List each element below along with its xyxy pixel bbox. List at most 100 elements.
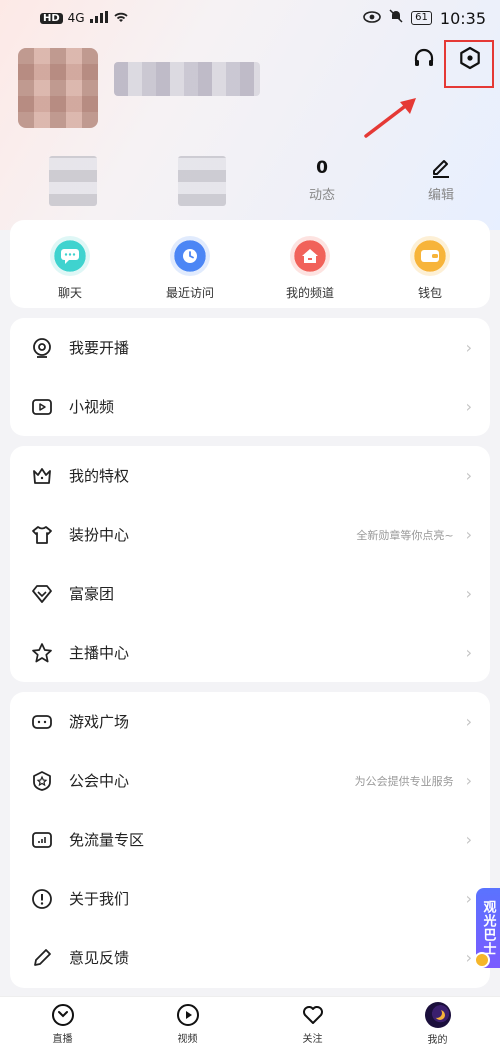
chevron-right-icon: › <box>465 830 472 849</box>
stat-blurred <box>49 156 97 206</box>
menu-group-live: 我要开播 › 小视频 › <box>10 318 490 436</box>
chevron-right-icon: › <box>465 338 472 357</box>
user-avatar[interactable] <box>18 48 98 128</box>
menu-item-label: 意见反馈 <box>69 949 130 967</box>
chat-icon <box>50 236 90 276</box>
quick-recent-visits[interactable]: 最近访问 <box>140 236 240 308</box>
tab-label: 视频 <box>177 1034 198 1045</box>
chevron-right-icon: › <box>465 948 472 967</box>
tab-live[interactable]: 直播 <box>0 997 125 1051</box>
headset-icon <box>414 48 434 66</box>
menu-item-label: 公会中心 <box>69 772 130 790</box>
menu-item-rich-club[interactable]: 富豪团 › <box>10 564 490 623</box>
menu-item-label: 游戏广场 <box>69 713 130 731</box>
edit-icon <box>401 156 481 180</box>
tab-follow[interactable]: 关注 <box>250 997 375 1051</box>
stat-edit[interactable]: 编辑 <box>401 156 481 203</box>
menu-item-game-plaza[interactable]: 游戏广场 › <box>10 692 490 751</box>
tab-video[interactable]: 视频 <box>125 997 250 1051</box>
stat-dynamics[interactable]: 0 动态 <box>282 156 362 203</box>
menu-item-hint: 全新勋章等你点亮~ <box>356 528 454 542</box>
bottom-tab-bar: 直播 视频 关注 我的 <box>0 996 500 1051</box>
tab-label: 直播 <box>52 1034 73 1045</box>
menu-item-label: 小视频 <box>69 398 115 416</box>
menu-group-more: 游戏广场 › 公会中心 为公会提供专业服务 › 免流量专区 › 关于我们 › 意… <box>10 692 490 988</box>
chevron-right-icon: › <box>465 397 472 416</box>
wifi-icon <box>113 9 129 27</box>
chevron-right-icon: › <box>465 466 472 485</box>
star-icon <box>30 641 54 665</box>
quick-wallet[interactable]: 钱包 <box>380 236 480 308</box>
play-icon <box>176 1004 199 1026</box>
quick-channel-label: 我的频道 <box>285 286 334 300</box>
menu-item-label: 富豪团 <box>69 585 115 603</box>
menu-item-my-privileges[interactable]: 我的特权 › <box>10 446 490 505</box>
profile-avatar-icon <box>424 1002 451 1028</box>
menu-item-anchor-center[interactable]: 主播中心 › <box>10 623 490 682</box>
header-actions <box>408 42 486 74</box>
menu-item-feedback[interactable]: 意见反馈 › <box>10 928 490 987</box>
pencil-icon <box>30 946 54 970</box>
signal-icon <box>89 9 108 27</box>
menu-item-short-video[interactable]: 小视频 › <box>10 377 490 436</box>
red-arrow-annotation <box>364 98 416 138</box>
menu-item-label: 主播中心 <box>69 644 130 662</box>
eye-icon <box>363 9 381 27</box>
chevron-right-icon: › <box>465 712 472 731</box>
menu-item-label: 关于我们 <box>69 890 130 908</box>
broadcast-icon <box>30 336 54 360</box>
heart-icon <box>302 1006 323 1024</box>
quick-recent-label: 最近访问 <box>165 286 214 300</box>
menu-item-guild-center[interactable]: 公会中心 为公会提供专业服务 › <box>10 751 490 810</box>
settings-gear-icon <box>460 46 480 70</box>
shirt-icon <box>30 523 54 547</box>
chevron-right-icon: › <box>465 889 472 908</box>
guild-icon <box>30 769 54 793</box>
battery-indicator: 61 <box>411 11 432 25</box>
stat-dynamics-value: 0 <box>316 158 328 178</box>
stat-dynamics-label: 动态 <box>308 188 335 203</box>
bus-badge-icon <box>474 952 490 968</box>
info-icon <box>30 887 54 911</box>
clock-icon <box>170 236 210 276</box>
stat-blurred <box>178 156 226 206</box>
menu-item-label: 我要开播 <box>69 339 130 357</box>
network-type: 4G <box>67 11 85 25</box>
tab-mine[interactable]: 我的 <box>375 997 500 1051</box>
stat-item[interactable] <box>33 156 113 206</box>
chevron-right-icon: › <box>465 584 472 603</box>
stat-edit-label: 编辑 <box>427 188 454 203</box>
tab-label: 关注 <box>302 1034 323 1045</box>
gamepad-icon <box>30 710 54 734</box>
hd-indicator: HD <box>40 12 63 24</box>
menu-item-label: 装扮中心 <box>69 526 130 544</box>
status-bar: HD 4G 61 10:35 <box>0 0 500 36</box>
stat-item[interactable] <box>162 156 242 206</box>
menu-group-privileges: 我的特权 › 装扮中心 全新勋章等你点亮~ › 富豪团 › 主播中心 › <box>10 446 490 682</box>
wallet-icon <box>410 236 450 276</box>
mute-bell-icon <box>389 9 403 27</box>
menu-item-label: 免流量专区 <box>69 831 145 849</box>
clock-time: 10:35 <box>439 8 486 28</box>
home-icon <box>290 236 330 276</box>
quick-my-channel[interactable]: 我的频道 <box>260 236 360 308</box>
quick-actions-card: 聊天 最近访问 我的频道 钱包 <box>10 220 490 308</box>
menu-item-free-data-zone[interactable]: 免流量专区 › <box>10 810 490 869</box>
data-icon <box>30 828 54 852</box>
user-name-blurred <box>114 62 260 96</box>
live-icon <box>51 1004 74 1026</box>
quick-chat[interactable]: 聊天 <box>20 236 120 308</box>
menu-item-about-us[interactable]: 关于我们 › <box>10 869 490 928</box>
chevron-right-icon: › <box>465 643 472 662</box>
video-icon <box>30 395 54 419</box>
quick-wallet-label: 钱包 <box>417 286 442 300</box>
tab-label: 我的 <box>427 1035 448 1046</box>
profile-stats: 0 动态 编辑 <box>0 156 500 216</box>
headset-button[interactable] <box>408 42 440 74</box>
settings-button[interactable] <box>454 42 486 74</box>
chevron-right-icon: › <box>465 771 472 790</box>
diamond-icon <box>30 582 54 606</box>
menu-item-dressup-center[interactable]: 装扮中心 全新勋章等你点亮~ › <box>10 505 490 564</box>
crown-icon <box>30 464 54 488</box>
menu-item-start-broadcast[interactable]: 我要开播 › <box>10 318 490 377</box>
